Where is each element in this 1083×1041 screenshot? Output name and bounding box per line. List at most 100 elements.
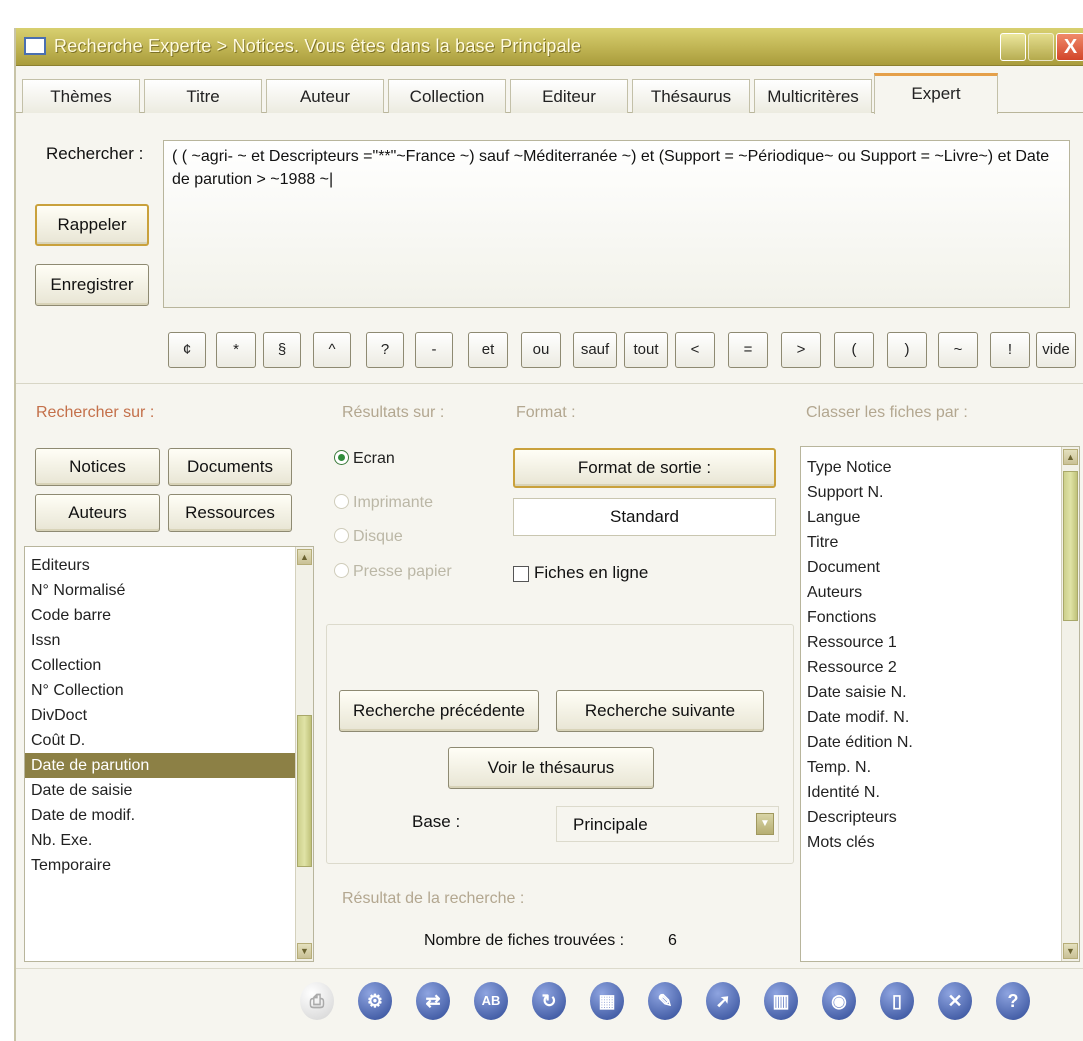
shuffle-icon[interactable]: ⇄	[416, 982, 450, 1020]
close-window-button[interactable]: X	[1056, 33, 1083, 61]
sort-list-scrollbar[interactable]: ▲ ▼	[1061, 447, 1079, 961]
inline-records-checkbox[interactable]	[513, 566, 529, 582]
base-select[interactable]: Principale ▼	[556, 806, 779, 842]
list-item[interactable]: Date de saisie	[25, 778, 313, 803]
list-item[interactable]: Descripteurs	[801, 805, 1079, 830]
recall-button[interactable]: Rappeler	[35, 204, 149, 246]
search-field-list[interactable]: Editeurs N° Normalisé Code barre Issn Co…	[24, 546, 314, 962]
list-item[interactable]: Ressource 1	[801, 630, 1079, 655]
edit-icon[interactable]: ✎	[648, 982, 682, 1020]
refresh-icon[interactable]: ↻	[532, 982, 566, 1020]
minimize-button[interactable]	[1000, 33, 1026, 61]
list-item[interactable]: Mots clés	[801, 830, 1079, 855]
sort-field-list[interactable]: Type Notice Support N. Langue Titre Docu…	[800, 446, 1080, 962]
scroll-down-icon[interactable]: ▼	[297, 943, 312, 959]
list-item[interactable]: N° Normalisé	[25, 578, 313, 603]
list-item-selected[interactable]: Date de parution	[25, 753, 313, 778]
operator-et-button[interactable]: et	[468, 332, 508, 368]
list-item[interactable]: Ressource 2	[801, 655, 1079, 680]
list-item[interactable]: Issn	[25, 628, 313, 653]
operator-vide-button[interactable]: vide	[1036, 332, 1076, 368]
list-item[interactable]: Code barre	[25, 603, 313, 628]
output-format-button[interactable]: Format de sortie :	[513, 448, 776, 488]
grid-icon[interactable]: ▦	[590, 982, 624, 1020]
save-button[interactable]: Enregistrer	[35, 264, 149, 306]
cursor-icon[interactable]: ➚	[706, 982, 740, 1020]
list-item[interactable]: Titre	[801, 530, 1079, 555]
view-thesaurus-button[interactable]: Voir le thésaurus	[448, 747, 654, 789]
operator-section-button[interactable]: §	[263, 332, 301, 368]
operator-exclamation-button[interactable]: !	[990, 332, 1030, 368]
maximize-button[interactable]	[1028, 33, 1054, 61]
radio-disk[interactable]: Disque	[334, 528, 403, 546]
tab-multicriteres[interactable]: Multicritères	[754, 79, 872, 113]
list-item[interactable]: Langue	[801, 505, 1079, 530]
tab-editeur[interactable]: Editeur	[510, 79, 628, 113]
operator-question-button[interactable]: ?	[366, 332, 404, 368]
list-item[interactable]: Fonctions	[801, 605, 1079, 630]
scroll-up-icon[interactable]: ▲	[297, 549, 312, 565]
list-item[interactable]: DivDoct	[25, 703, 313, 728]
radio-clipboard[interactable]: Presse papier	[334, 563, 452, 581]
list-item[interactable]: Type Notice	[801, 455, 1079, 480]
list-item[interactable]: N° Collection	[25, 678, 313, 703]
next-search-button[interactable]: Recherche suivante	[556, 690, 764, 732]
help-icon[interactable]: ?	[996, 982, 1030, 1020]
document-icon[interactable]: ▯	[880, 982, 914, 1020]
operator-open-paren-button[interactable]: (	[834, 332, 874, 368]
chevron-down-icon[interactable]: ▼	[756, 813, 774, 835]
field-list-scrollbar[interactable]: ▲ ▼	[295, 547, 313, 961]
print-icon[interactable]: ⎙	[300, 982, 334, 1020]
spellcheck-icon[interactable]: AB	[474, 982, 508, 1020]
list-item[interactable]: Temp. N.	[801, 755, 1079, 780]
query-input[interactable]: ( ( ~agri- ~ et Descripteurs ="**"~Franc…	[163, 140, 1070, 308]
operator-ou-button[interactable]: ou	[521, 332, 561, 368]
operator-sauf-button[interactable]: sauf	[573, 332, 617, 368]
operator-cent-button[interactable]: ¢	[168, 332, 206, 368]
operator-equal-button[interactable]: =	[728, 332, 768, 368]
radio-printer[interactable]: Imprimante	[334, 494, 433, 512]
list-item[interactable]: Temporaire	[25, 853, 313, 878]
scroll-thumb[interactable]	[297, 715, 312, 867]
previous-search-button[interactable]: Recherche précédente	[339, 690, 539, 732]
output-format-value[interactable]: Standard	[513, 498, 776, 536]
tab-expert[interactable]: Expert	[874, 73, 998, 114]
list-item[interactable]: Nb. Exe.	[25, 828, 313, 853]
settings-icon[interactable]: ⚙	[358, 982, 392, 1020]
list-item[interactable]: Support N.	[801, 480, 1079, 505]
documents-button[interactable]: Documents	[168, 448, 292, 486]
operator-less-button[interactable]: <	[675, 332, 715, 368]
scroll-thumb[interactable]	[1063, 471, 1078, 621]
list-item[interactable]: Collection	[25, 653, 313, 678]
eye-icon[interactable]: ◉	[822, 982, 856, 1020]
list-item[interactable]: Identité N.	[801, 780, 1079, 805]
list-item[interactable]: Document	[801, 555, 1079, 580]
tab-themes[interactable]: Thèmes	[22, 79, 140, 113]
tab-thesaurus[interactable]: Thésaurus	[632, 79, 750, 113]
list-item[interactable]: Date modif. N.	[801, 705, 1079, 730]
trash-icon[interactable]: ▥	[764, 982, 798, 1020]
list-item[interactable]: Date édition N.	[801, 730, 1079, 755]
operator-caret-button[interactable]: ^	[313, 332, 351, 368]
list-item[interactable]: Editeurs	[25, 553, 313, 578]
tab-titre[interactable]: Titre	[144, 79, 262, 113]
resources-button[interactable]: Ressources	[168, 494, 292, 532]
authors-button[interactable]: Auteurs	[35, 494, 160, 532]
list-item[interactable]: Date de modif.	[25, 803, 313, 828]
tab-collection[interactable]: Collection	[388, 79, 506, 113]
operator-tout-button[interactable]: tout	[624, 332, 668, 368]
radio-screen[interactable]: Ecran	[334, 450, 395, 468]
notices-button[interactable]: Notices	[35, 448, 160, 486]
close-icon[interactable]: ✕	[938, 982, 972, 1020]
operator-dash-button[interactable]: -	[415, 332, 453, 368]
operator-star-button[interactable]: *	[216, 332, 256, 368]
list-item[interactable]: Auteurs	[801, 580, 1079, 605]
scroll-up-icon[interactable]: ▲	[1063, 449, 1078, 465]
list-item[interactable]: Coût D.	[25, 728, 313, 753]
list-item[interactable]: Date saisie N.	[801, 680, 1079, 705]
operator-close-paren-button[interactable]: )	[887, 332, 927, 368]
tab-auteur[interactable]: Auteur	[266, 79, 384, 113]
scroll-down-icon[interactable]: ▼	[1063, 943, 1078, 959]
operator-greater-button[interactable]: >	[781, 332, 821, 368]
operator-tilde-button[interactable]: ~	[938, 332, 978, 368]
